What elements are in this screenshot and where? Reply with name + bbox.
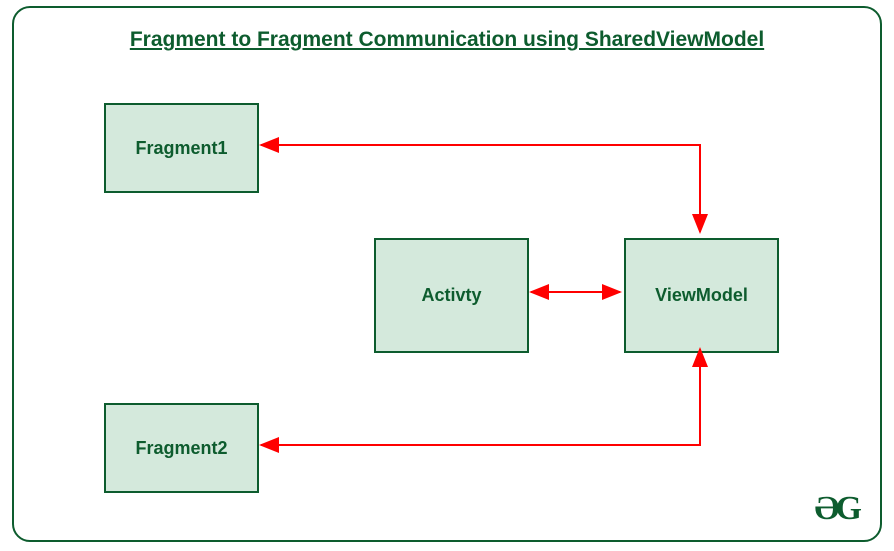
box-fragment2: Fragment2 — [104, 403, 259, 493]
box-activity-label: Activty — [421, 285, 481, 306]
box-fragment1-label: Fragment1 — [135, 138, 227, 159]
diagram-frame: Fragment to Fragment Communication using… — [12, 6, 882, 542]
diagram-title: Fragment to Fragment Communication using… — [14, 28, 880, 52]
box-viewmodel-label: ViewModel — [655, 285, 748, 306]
box-activity: Activty — [374, 238, 529, 353]
box-fragment2-label: Fragment2 — [135, 438, 227, 459]
logo: ƏG — [814, 490, 858, 528]
box-fragment1: Fragment1 — [104, 103, 259, 193]
box-viewmodel: ViewModel — [624, 238, 779, 353]
